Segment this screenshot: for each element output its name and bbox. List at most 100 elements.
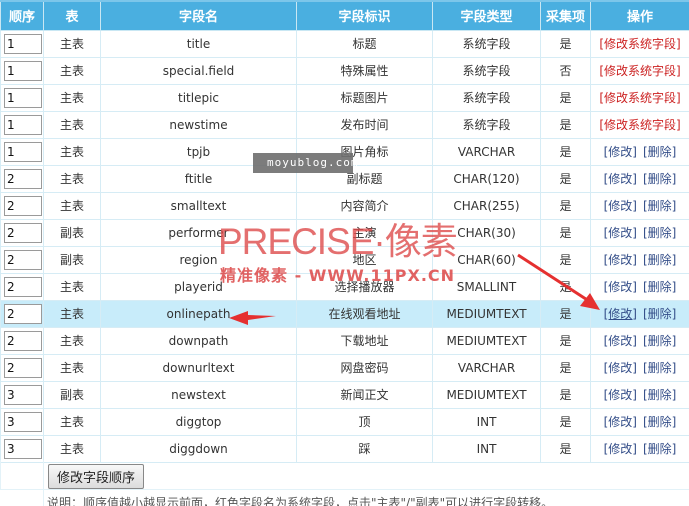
table-type-cell[interactable]: 主表 — [43, 407, 101, 436]
delete-link[interactable]: [删除] — [643, 386, 676, 403]
table-type-link[interactable]: 副表 — [60, 253, 84, 267]
edit-link[interactable]: [修改] — [604, 332, 637, 349]
order-input[interactable] — [4, 330, 42, 351]
table-type-cell[interactable]: 主表 — [43, 83, 101, 112]
table-type-cell[interactable]: 副表 — [43, 380, 101, 409]
field-type-cell: INT — [432, 407, 541, 436]
delete-link[interactable]: [删除] — [643, 197, 676, 214]
edit-system-field-link[interactable]: [修改系统字段] — [599, 118, 680, 132]
table-row: 主表 title 标题 系统字段 是 [修改系统字段] — [0, 29, 689, 58]
edit-link[interactable]: [修改] — [604, 251, 637, 268]
order-input[interactable] — [4, 384, 42, 405]
collect-cell: 是 — [540, 407, 591, 436]
order-input[interactable] — [4, 87, 42, 108]
table-type-cell[interactable]: 主表 — [43, 56, 101, 85]
table-type-cell[interactable]: 主表 — [43, 110, 101, 139]
edit-link[interactable]: [修改] — [604, 224, 637, 241]
edit-link[interactable]: [修改] — [604, 386, 637, 403]
brand-watermark: PRECISE·像素 — [218, 221, 458, 262]
field-name-cell: special.field — [100, 56, 297, 85]
table-type-cell[interactable]: 副表 — [43, 218, 101, 247]
order-input[interactable] — [4, 33, 42, 54]
order-input[interactable] — [4, 114, 42, 135]
edit-system-field-link[interactable]: [修改系统字段] — [599, 91, 680, 105]
table-type-link[interactable]: 主表 — [60, 415, 84, 429]
edit-link[interactable]: [修改] — [604, 440, 637, 457]
edit-link[interactable]: [修改] — [604, 305, 637, 322]
field-name-cell: newstext — [100, 380, 297, 409]
edit-link[interactable]: [修改] — [604, 170, 637, 187]
order-input[interactable] — [4, 168, 42, 189]
order-input[interactable] — [4, 438, 42, 459]
table-type-cell[interactable]: 主表 — [43, 299, 101, 328]
table-type-cell[interactable]: 主表 — [43, 164, 101, 193]
actions-cell: [修改系统字段] — [590, 29, 689, 58]
delete-link[interactable]: [删除] — [643, 224, 676, 241]
order-input[interactable] — [4, 303, 42, 324]
table-type-link[interactable]: 副表 — [60, 226, 84, 240]
table-type-link[interactable]: 主表 — [60, 64, 84, 78]
table-type-cell[interactable]: 主表 — [43, 353, 101, 382]
table-type-cell[interactable]: 主表 — [43, 191, 101, 220]
order-input[interactable] — [4, 276, 42, 297]
delete-link[interactable]: [删除] — [643, 413, 676, 430]
edit-link[interactable]: [修改] — [604, 143, 637, 160]
delete-link[interactable]: [删除] — [643, 440, 676, 457]
table-type-cell[interactable]: 主表 — [43, 326, 101, 355]
table-type-link[interactable]: 主表 — [60, 145, 84, 159]
edit-system-field-link[interactable]: [修改系统字段] — [599, 64, 680, 78]
header-order: 顺序 — [0, 0, 44, 31]
order-cell — [0, 218, 44, 247]
delete-link[interactable]: [删除] — [643, 278, 676, 295]
edit-system-field-link[interactable]: [修改系统字段] — [599, 37, 680, 51]
actions-cell: [修改系统字段] — [590, 83, 689, 112]
edit-link[interactable]: [修改] — [604, 278, 637, 295]
field-name-cell: title — [100, 29, 297, 58]
header-table: 表 — [43, 0, 101, 31]
delete-link[interactable]: [删除] — [643, 359, 676, 376]
delete-link[interactable]: [删除] — [643, 251, 676, 268]
order-input[interactable] — [4, 411, 42, 432]
delete-link[interactable]: [删除] — [643, 143, 676, 160]
order-input[interactable] — [4, 222, 42, 243]
edit-link[interactable]: [修改] — [604, 413, 637, 430]
table-type-link[interactable]: 主表 — [60, 199, 84, 213]
edit-link[interactable]: [修改] — [604, 359, 637, 376]
table-type-link[interactable]: 主表 — [60, 442, 84, 456]
order-input[interactable] — [4, 141, 42, 162]
delete-link[interactable]: [删除] — [643, 170, 676, 187]
save-order-button[interactable]: 修改字段顺序 — [48, 464, 145, 489]
table-type-link[interactable]: 主表 — [60, 361, 84, 375]
field-label-cell: 发布时间 — [296, 110, 433, 139]
footer-button-row: 修改字段顺序 — [0, 460, 689, 490]
table-type-cell[interactable]: 副表 — [43, 245, 101, 274]
order-input[interactable] — [4, 195, 42, 216]
table-type-link[interactable]: 主表 — [60, 280, 84, 294]
order-input[interactable] — [4, 357, 42, 378]
table-type-cell[interactable]: 主表 — [43, 29, 101, 58]
order-input[interactable] — [4, 249, 42, 270]
field-type-cell: CHAR(255) — [432, 191, 541, 220]
field-label-cell: 下载地址 — [296, 326, 433, 355]
delete-link[interactable]: [删除] — [643, 332, 676, 349]
table-type-link[interactable]: 主表 — [60, 334, 84, 348]
table-type-cell[interactable]: 主表 — [43, 137, 101, 166]
delete-link[interactable]: [删除] — [643, 305, 676, 322]
table-type-link[interactable]: 主表 — [60, 307, 84, 321]
order-input[interactable] — [4, 60, 42, 81]
table-row: 主表 diggdown 踩 INT 是 [修改] [删除] — [0, 434, 689, 463]
edit-link[interactable]: [修改] — [604, 197, 637, 214]
order-cell — [0, 434, 44, 463]
table-type-link[interactable]: 主表 — [60, 172, 84, 186]
collect-cell: 否 — [540, 56, 591, 85]
field-name-cell: newstime — [100, 110, 297, 139]
table-type-cell[interactable]: 主表 — [43, 434, 101, 463]
actions-cell: [修改] [删除] — [590, 191, 689, 220]
actions-cell: [修改] [删除] — [590, 245, 689, 274]
order-cell — [0, 380, 44, 409]
table-type-link[interactable]: 主表 — [60, 118, 84, 132]
table-type-link[interactable]: 副表 — [60, 388, 84, 402]
table-type-cell[interactable]: 主表 — [43, 272, 101, 301]
table-type-link[interactable]: 主表 — [60, 91, 84, 105]
table-type-link[interactable]: 主表 — [60, 37, 84, 51]
